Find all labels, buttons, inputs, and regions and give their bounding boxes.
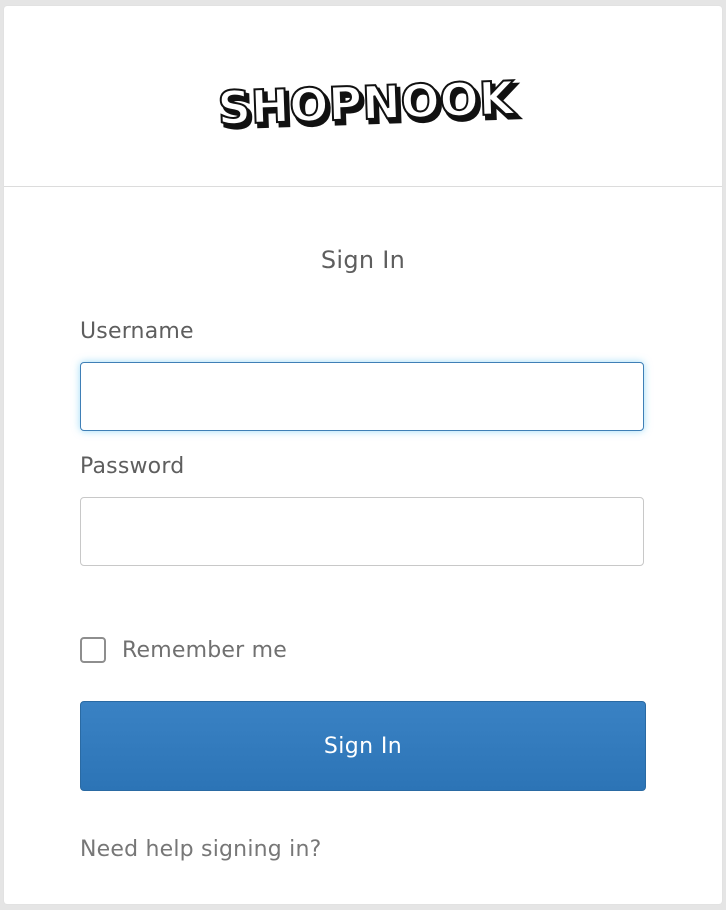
shopnook-logo: SHOPNOOK SHOPNOOK: [216, 74, 522, 132]
remember-me-label[interactable]: Remember me: [122, 638, 287, 663]
form-title: Sign In: [320, 246, 406, 274]
logo-text: SHOPNOOK: [217, 74, 518, 132]
need-help-link[interactable]: Need help signing in?: [80, 837, 321, 862]
remember-me-checkbox[interactable]: [80, 637, 106, 663]
remember-me-row[interactable]: Remember me: [80, 635, 287, 665]
password-label: Password: [80, 454, 185, 479]
username-label: Username: [80, 319, 194, 344]
username-input[interactable]: [80, 362, 644, 431]
sign-in-button[interactable]: Sign In: [80, 701, 646, 791]
password-input[interactable]: [80, 497, 644, 566]
sign-in-card: SHOPNOOK SHOPNOOK Sign In Username Passw…: [4, 6, 722, 904]
card-header: SHOPNOOK SHOPNOOK: [4, 6, 722, 187]
